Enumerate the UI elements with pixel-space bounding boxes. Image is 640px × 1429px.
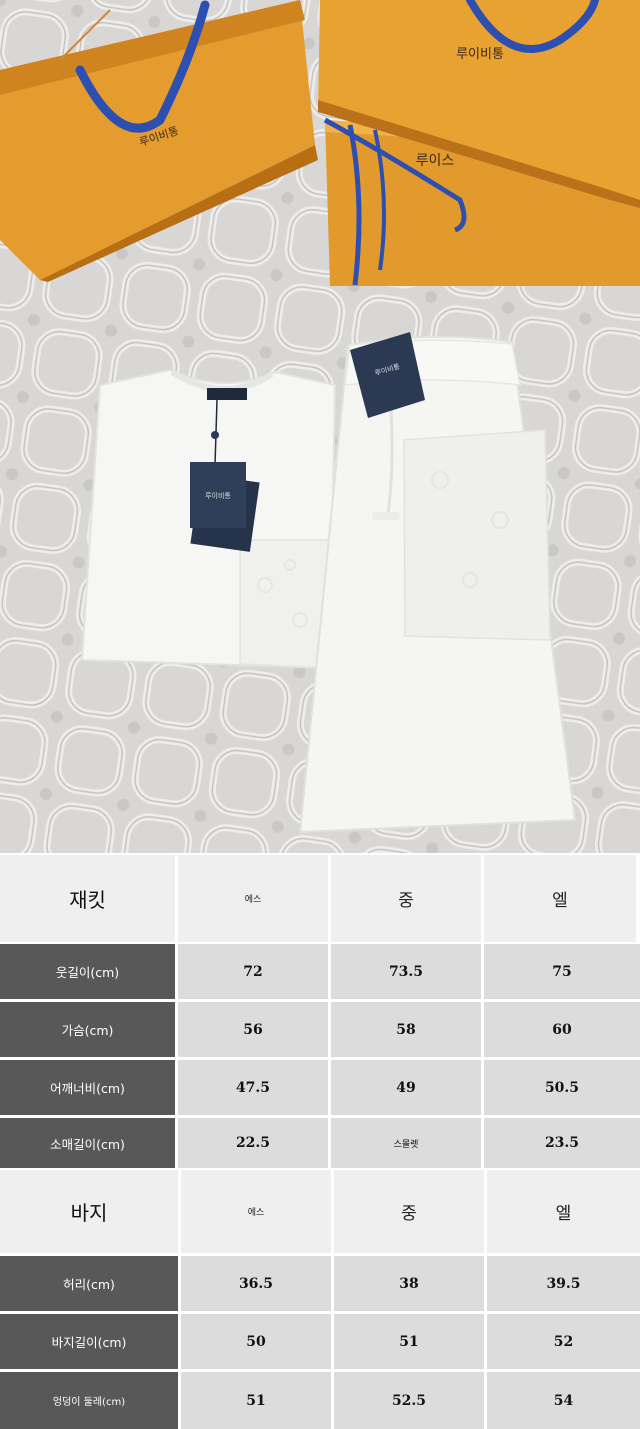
jacket-row-label: 웃길이(cm): [0, 944, 175, 999]
product-photo: 루이비통 루이비통 루이스 루이비통 루이비통: [0, 0, 640, 853]
jacket-cell: 75: [484, 944, 640, 999]
box-brand-text-1: 루이비통: [456, 47, 504, 62]
pants-cell: 52.5: [334, 1372, 484, 1429]
jacket-size-s: 에스: [178, 855, 328, 942]
jacket-size-l: 엘: [484, 855, 636, 942]
jacket-cell: 60: [484, 1002, 640, 1057]
jacket-cell: 72: [178, 944, 328, 999]
pants-size-s: 에스: [181, 1170, 331, 1253]
jacket-row-label: 소매길이(cm): [0, 1118, 175, 1168]
jacket-cell: 47.5: [178, 1060, 328, 1115]
jacket-size-m: 중: [331, 855, 481, 942]
pants-title: 바지: [0, 1170, 178, 1253]
pants-cell: 38: [334, 1256, 484, 1311]
jacket-title: 재킷: [0, 855, 175, 942]
pants-cell: 52: [487, 1314, 640, 1369]
jacket-cell: 73.5: [331, 944, 481, 999]
pants-size-m: 중: [334, 1170, 484, 1253]
jacket-cell: 22.5: [178, 1118, 328, 1168]
jacket-cell: 23.5: [484, 1118, 640, 1168]
jacket-cell: 49: [331, 1060, 481, 1115]
jacket-row-label: 가슴(cm): [0, 1002, 175, 1057]
jacket-cell: 58: [331, 1002, 481, 1057]
pants-row-label: 엉덩이 둘레(cm): [0, 1372, 178, 1429]
pants-row-label: 바지길이(cm): [0, 1314, 178, 1369]
pants-cell: 51: [334, 1314, 484, 1369]
box-brand-text-2: 루이스: [416, 153, 455, 169]
pants-cell: 50: [181, 1314, 331, 1369]
tshirt-tag-text: 루이비통: [205, 491, 231, 500]
pants-cell: 39.5: [487, 1256, 640, 1311]
size-chart: 재킷 에스 중 엘 웃길이(cm) 72 73.5 75 가슴(cm) 56 5…: [0, 853, 640, 1429]
gift-boxes-right: 루이비통 루이스: [318, 0, 640, 286]
pants-size-l: 엘: [487, 1170, 640, 1253]
jacket-row-label: 어깨너비(cm): [0, 1060, 175, 1115]
pants-row-label: 허리(cm): [0, 1256, 178, 1311]
pants-cell: 51: [181, 1372, 331, 1429]
jacket-cell: 스몰렛: [331, 1118, 481, 1168]
jacket-cell: 50.5: [484, 1060, 640, 1115]
pants-cell: 36.5: [181, 1256, 331, 1311]
jacket-cell: 56: [178, 1002, 328, 1057]
pants-cell: 54: [487, 1372, 640, 1429]
